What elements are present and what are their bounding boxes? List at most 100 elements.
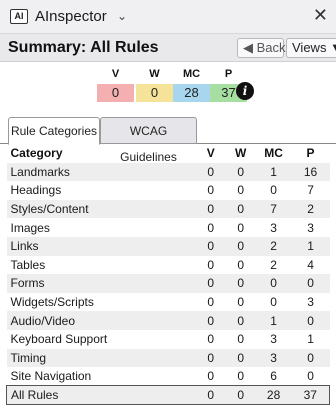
category-name: Styles/Content [6, 199, 196, 219]
mc-cell: 0 [255, 274, 292, 293]
p-cell: 0 [291, 367, 330, 386]
title-bar: AI AInspector ⌄ ✕ [0, 0, 336, 34]
column-header-v[interactable]: V [196, 144, 226, 163]
v-cell: 0 [195, 199, 226, 219]
manual-checks-count: 28 [173, 84, 210, 102]
category-name: Timing [6, 348, 196, 368]
category-name: Links [6, 236, 196, 256]
w-cell: 0 [225, 236, 256, 256]
v-cell: 0 [195, 311, 226, 330]
column-header-mc[interactable]: MC [256, 144, 292, 163]
column-header-p[interactable]: P [292, 144, 330, 163]
mc-cell: 0 [255, 181, 292, 200]
table-row[interactable]: Timing 0 0 3 0 [6, 348, 330, 368]
table-row[interactable]: Site Navigation 0 0 6 0 [6, 367, 330, 386]
column-header-w[interactable]: W [226, 144, 256, 163]
p-cell: 0 [291, 311, 330, 330]
table-row[interactable]: Keyboard Support 0 0 3 1 [6, 329, 330, 349]
v-cell: 0 [195, 367, 226, 386]
v-cell: 0 [195, 292, 226, 312]
p-cell: 3 [291, 218, 330, 237]
category-name: Keyboard Support [6, 329, 196, 349]
category-name: Landmarks [6, 162, 196, 182]
warnings-label: W [149, 68, 160, 80]
category-name: Tables [6, 255, 196, 275]
w-cell: 0 [225, 329, 256, 349]
w-cell: 0 [225, 274, 256, 293]
violations-label: V [111, 68, 120, 80]
v-cell: 0 [195, 181, 226, 200]
p-cell: 0 [291, 348, 330, 368]
p-cell: 7 [291, 181, 330, 200]
w-cell: 0 [225, 311, 256, 330]
tab-rule-categories[interactable]: Rule Categories [8, 117, 100, 145]
category-name: Widgets/Scripts [6, 292, 196, 312]
mc-cell: 3 [255, 218, 292, 237]
column-header-category[interactable]: Category [7, 144, 196, 163]
rule-category-table: Category V W MC P Landmarks 0 0 1 16 Hea… [5, 144, 330, 405]
app-logo-icon: AI [10, 9, 28, 24]
table-row[interactable]: Links 0 0 2 1 [6, 236, 330, 256]
table-row[interactable]: Forms 0 0 0 0 [6, 274, 330, 293]
mc-cell: 0 [255, 292, 292, 312]
p-cell: 16 [291, 162, 330, 182]
table-row[interactable]: Tables 0 0 2 4 [6, 255, 330, 275]
views-button[interactable]: Views ▼ [286, 38, 336, 58]
p-cell: 3 [291, 292, 330, 312]
close-icon[interactable]: ✕ [313, 5, 328, 26]
w-cell: 0 [225, 292, 256, 312]
v-cell: 0 [195, 348, 226, 368]
category-name: Site Navigation [6, 367, 196, 386]
info-icon[interactable]: i [236, 82, 254, 100]
table-row[interactable]: Widgets/Scripts 0 0 0 3 [6, 292, 330, 312]
category-name: Headings [6, 181, 196, 200]
table-row[interactable]: Landmarks 0 0 1 16 [6, 162, 330, 182]
passed-label: P [224, 68, 233, 80]
manual-checks-label: MC [182, 68, 201, 80]
warnings-count: 0 [136, 84, 173, 102]
category-name: Forms [6, 274, 196, 293]
p-cell: 1 [291, 329, 330, 349]
mc-cell: 2 [255, 255, 292, 275]
table-row[interactable]: Headings 0 0 0 7 [6, 181, 330, 200]
mc-cell: 7 [255, 199, 292, 219]
mc-cell: 1 [255, 162, 292, 182]
w-cell: 0 [225, 199, 256, 219]
w-cell: 0 [225, 255, 256, 275]
mc-cell: 3 [255, 329, 292, 349]
chevron-down-icon[interactable]: ⌄ [117, 9, 127, 23]
view-tabs: Rule Categories WCAG Guidelines [0, 114, 336, 164]
mc-cell: 2 [255, 236, 292, 256]
v-cell: 0 [195, 162, 226, 182]
summary-header: Summary: All Rules ◀ Back Views ▼ [0, 34, 336, 62]
result-summary: V W MC P 0 0 28 37 i [0, 62, 336, 112]
violations-count: 0 [97, 84, 134, 102]
p-cell: 4 [291, 255, 330, 275]
p-cell: 2 [291, 199, 330, 219]
w-cell: 0 [225, 218, 256, 237]
p-cell: 1 [291, 236, 330, 256]
tab-wcag-guidelines[interactable]: WCAG Guidelines [100, 117, 197, 164]
v-cell: 0 [195, 329, 226, 349]
v-cell: 0 [195, 255, 226, 275]
mc-cell: 6 [255, 367, 292, 386]
w-cell: 0 [225, 367, 256, 386]
category-name: Audio/Video [6, 311, 196, 330]
w-cell: 0 [225, 348, 256, 368]
mc-cell: 1 [255, 311, 292, 330]
back-button[interactable]: ◀ Back [237, 38, 286, 58]
table-row[interactable]: Audio/Video 0 0 1 0 [6, 311, 330, 330]
w-cell: 0 [225, 162, 256, 182]
table-header-row: Category V W MC P [7, 144, 330, 163]
table-row[interactable]: Styles/Content 0 0 7 2 [6, 199, 330, 219]
app-title[interactable]: AInspector [35, 8, 107, 25]
v-cell: 0 [195, 236, 226, 256]
w-cell: 0 [225, 181, 256, 200]
table-row[interactable]: Images 0 0 3 3 [6, 218, 330, 237]
v-cell: 0 [195, 274, 226, 293]
v-cell: 0 [195, 218, 226, 237]
mc-cell: 3 [255, 348, 292, 368]
page-title: Summary: All Rules [8, 39, 159, 56]
category-name: Images [6, 218, 196, 237]
p-cell: 0 [291, 274, 330, 293]
